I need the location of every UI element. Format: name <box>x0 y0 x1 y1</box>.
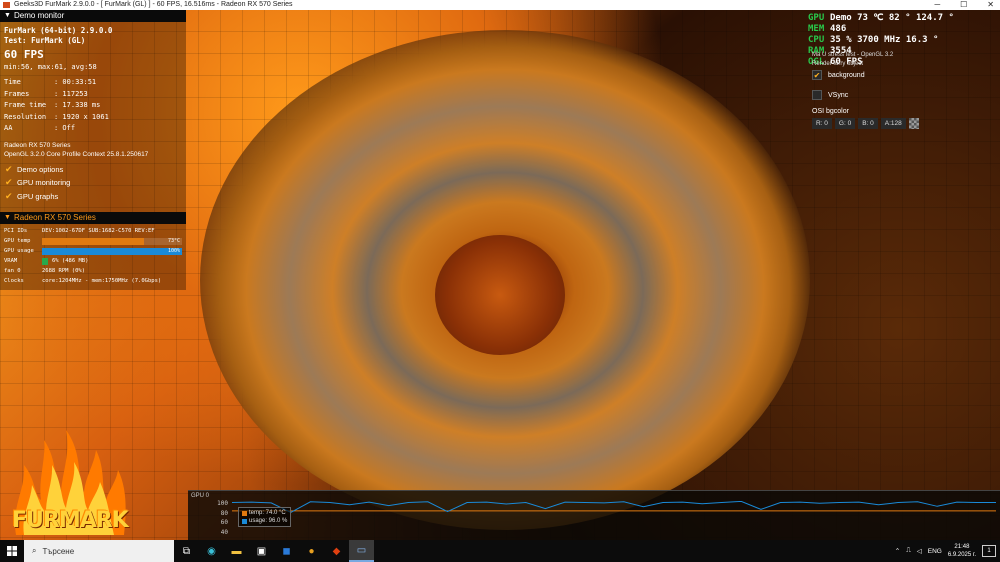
graph-title: GPU 0 <box>191 493 210 499</box>
chevron-up-icon[interactable]: ⌃ <box>895 547 900 555</box>
furmark-logo-text: FURMARK <box>12 508 129 533</box>
vram-indicator <box>42 257 48 265</box>
demo-name: FurMark (64-bit) 2.9.0.0 <box>4 26 113 35</box>
maximize-button[interactable]: ☐ <box>960 0 967 10</box>
osi-bgcolor-label: OSI bgcolor <box>812 108 849 115</box>
fan-row: fan 0 2688 RPM (0%) <box>4 268 86 274</box>
edge-icon[interactable]: ◉ <box>199 540 224 562</box>
graph-y-axis: 100 80 60 40 <box>214 499 228 537</box>
vram-row: VRAM 6% (486 MB) <box>4 257 89 265</box>
gpu-panel-header[interactable]: ▼ Radeon RX 570 Series <box>0 212 186 224</box>
option-demo-options[interactable]: ✔ Demo options <box>0 163 186 177</box>
gpu-graph: GPU 0 100 80 60 40 temp: 74.0 °C usage: … <box>188 490 1000 540</box>
stats-list: Time: 00:33:51 Frames: 117253 Frame time… <box>0 73 186 135</box>
gpu-usage-row: GPU usage 100% <box>4 247 182 255</box>
check-icon[interactable]: ✔ <box>812 70 822 80</box>
speaker-icon[interactable]: ◁ <box>917 547 922 555</box>
legend-temp: temp: 74.0 °C <box>242 509 287 517</box>
fps-stats: min:56, max:61, avg:58 <box>4 63 97 71</box>
system-tray: ⌃ ⎍ ◁ ENG 21:48 6.9.2025 г. 1 <box>895 543 1000 559</box>
check-icon: ✔ <box>5 190 13 201</box>
channel-g-input[interactable]: G: 0 <box>834 118 856 129</box>
stat-row: Frame time: 17.338 ms <box>4 101 101 109</box>
chrome-icon[interactable]: ● <box>299 540 324 562</box>
gpu-usage-bar: 100% <box>42 247 182 255</box>
gpu-pci-row: PCI IDs DEV:1002-67DF SUB:1682-C570 REV:… <box>4 228 155 234</box>
stat-row: Time: 00:33:51 <box>4 78 97 86</box>
file-explorer-icon[interactable]: ▬ <box>224 540 249 562</box>
check-icon: ✔ <box>5 177 13 188</box>
check-icon: ✔ <box>5 163 13 174</box>
option-gpu-monitoring[interactable]: ✔ GPU monitoring <box>0 176 186 190</box>
y-tick: 100 <box>217 500 228 507</box>
y-tick: 80 <box>220 509 228 517</box>
clock[interactable]: 21:48 6.9.2025 г. <box>948 543 976 559</box>
background-toggle[interactable]: ✔ background <box>812 68 996 82</box>
close-button[interactable]: ✕ <box>987 0 994 10</box>
collapse-triangle-icon[interactable]: ▼ <box>4 212 11 224</box>
fps-readout: 60 FPS <box>4 48 44 61</box>
legend-usage: usage: 96.0 % <box>242 517 287 525</box>
gpu-panel: ▼ Radeon RX 570 Series PCI IDs DEV:1002-… <box>0 212 186 290</box>
test-name: Test: FurMark (GL) <box>4 36 86 45</box>
y-tick: 60 <box>220 519 228 526</box>
fur-donut-hole <box>435 235 565 355</box>
channel-a-input[interactable]: A:128 <box>880 118 906 129</box>
checkbox-empty-icon[interactable] <box>812 90 822 100</box>
minimize-button[interactable]: ─ <box>934 0 940 10</box>
search-placeholder: Търсене <box>42 546 75 556</box>
vsync-toggle[interactable]: VSync <box>812 88 996 102</box>
stat-row: Frames: 117253 <box>4 89 88 98</box>
osd-overlay: GPU Demo 73 ℃ 82 ° 124.7 ° MEM 486 CPU 35 %… <box>808 10 1000 67</box>
language-indicator[interactable]: ENG <box>928 548 942 555</box>
gl-context: OpenGL 3.2.0 Core Profile Context 25.8.1… <box>4 150 149 158</box>
network-icon[interactable]: ⎍ <box>906 547 911 555</box>
clocks-row: Clocks core:1204MHz - mem:1750MHz (7.0Gb… <box>4 278 162 284</box>
gpu-temp-row: GPU temp 73°C <box>4 237 182 245</box>
option-gpu-graphs[interactable]: ✔ GPU graphs <box>0 190 186 204</box>
windows-icon <box>7 546 17 556</box>
gpu-usage-fill <box>42 247 182 255</box>
taskbar: ⌕ Търсене ⧉ ◉ ▬ ▣ ◼ ● ◆ ▭ ⌃ ⎍ ◁ ENG 21:4… <box>0 540 1000 562</box>
channel-r-input[interactable]: R: 0 <box>812 118 832 129</box>
search-icon: ⌕ <box>32 546 37 555</box>
stat-row: Resolution: 1920 x 1061 <box>4 112 109 121</box>
window-title: Geeks3D FurMark 2.9.0.0 - [ FurMark (GL)… <box>14 1 293 8</box>
color-swatch[interactable] <box>908 118 919 129</box>
gpu-temp-fill <box>42 237 145 245</box>
app-icon <box>3 2 10 8</box>
channel-b-input[interactable]: B: 0 <box>858 118 878 129</box>
outlook-icon[interactable]: ◼ <box>274 540 299 562</box>
right-options-panel: Ma U stress test - OpenGL 3.2 Render fur… <box>812 50 996 129</box>
start-button[interactable] <box>0 540 24 562</box>
notification-icon[interactable]: 1 <box>982 545 996 557</box>
bgcolor-controls: R: 0 G: 0 B: 0 A:128 <box>812 118 996 129</box>
window-titlebar: Geeks3D FurMark 2.9.0.0 - [ FurMark (GL)… <box>0 0 1000 10</box>
gpu-name: Radeon RX 570 Series <box>4 141 71 149</box>
stat-row: AA: Off <box>4 124 76 132</box>
collapse-triangle-icon[interactable]: ▼ <box>4 10 11 22</box>
furmark-taskbar-icon[interactable]: ◆ <box>324 540 349 562</box>
graph-plot <box>232 501 996 513</box>
task-view-icon[interactable]: ⧉ <box>174 540 199 562</box>
overlay-menu-text: Ma U stress test - OpenGL 3.2 <box>812 51 894 58</box>
gpu-temp-bar: 73°C <box>42 237 182 245</box>
taskbar-search[interactable]: ⌕ Търсене <box>24 540 174 562</box>
y-tick: 40 <box>220 528 228 536</box>
render-furry-object-label: Render furry object <box>812 60 864 67</box>
demo-monitor-header[interactable]: ▼ Demo monitor <box>0 10 186 22</box>
store-icon[interactable]: ▣ <box>249 540 274 562</box>
furmark-window-taskbar-icon[interactable]: ▭ <box>349 540 374 562</box>
graph-legend: temp: 74.0 °C usage: 96.0 % <box>238 507 292 527</box>
